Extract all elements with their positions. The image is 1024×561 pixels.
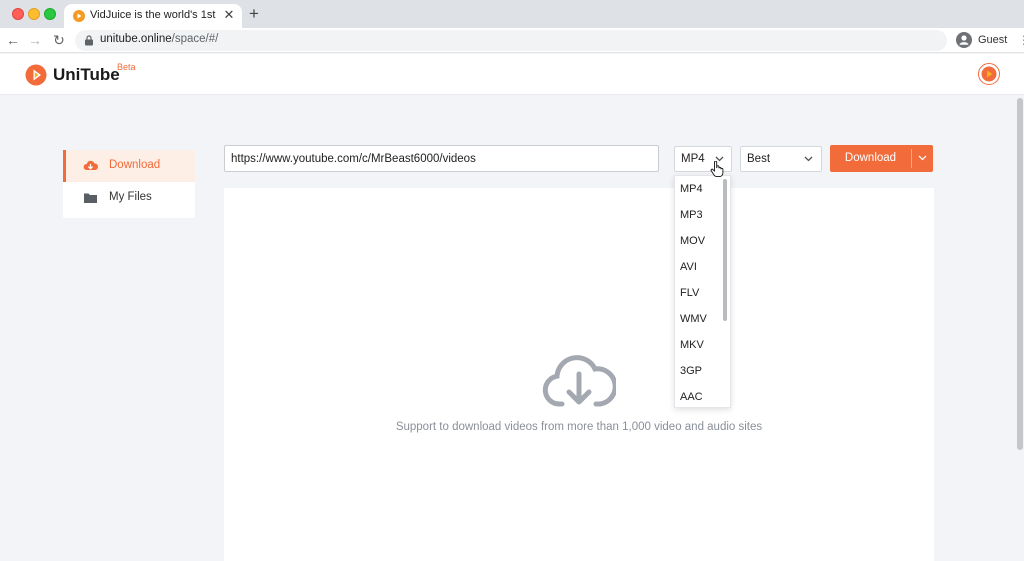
app-header: UniTube Beta — [0, 54, 1024, 95]
format-option-mov[interactable]: MOV — [680, 235, 705, 247]
new-tab-button[interactable]: + — [246, 5, 262, 23]
back-button[interactable]: ← — [5, 32, 21, 48]
cloud-download-icon — [542, 355, 616, 407]
format-select-value: MP4 — [681, 153, 705, 165]
vidjuice-favicon-icon — [73, 10, 85, 22]
maximize-window-button[interactable] — [44, 8, 56, 20]
folder-icon — [84, 193, 97, 203]
browser-tab-bar: VidJuice is the world's 1st vide ✕ + — [0, 0, 1024, 28]
format-option-3gp[interactable]: 3GP — [680, 365, 702, 377]
format-option-mp3[interactable]: MP3 — [680, 209, 703, 221]
download-button-label: Download — [844, 152, 897, 164]
sidebar-item-label: My Files — [109, 191, 152, 203]
format-option-aac[interactable]: AAC — [680, 391, 703, 403]
browser-tab[interactable]: VidJuice is the world's 1st vide ✕ — [64, 4, 242, 28]
address-url: unitube.online/space/#/ — [100, 33, 218, 45]
forward-button[interactable]: → — [27, 32, 43, 48]
quality-select[interactable]: Best — [740, 146, 822, 172]
dropdown-scrollbar-thumb[interactable] — [723, 179, 727, 321]
download-options-chevron-icon[interactable] — [918, 155, 927, 161]
format-option-wmv[interactable]: WMV — [680, 313, 707, 325]
format-dropdown-menu: MP4 MP3 MOV AVI FLV WMV MKV 3GP AAC — [674, 175, 731, 408]
tab-close-icon[interactable]: ✕ — [222, 7, 236, 23]
download-button[interactable]: Download — [830, 145, 933, 172]
guest-profile-icon[interactable] — [956, 32, 972, 48]
reload-button[interactable]: ↻ — [51, 32, 67, 48]
beta-badge: Beta — [117, 62, 136, 72]
sidebar-item-label: Download — [109, 159, 161, 171]
format-option-mp4[interactable]: MP4 — [680, 183, 703, 195]
hand-pointer-icon — [710, 161, 724, 177]
address-bar[interactable]: unitube.online/space/#/ — [75, 30, 947, 51]
sidebar: Download My Files — [63, 150, 195, 218]
sidebar-item-my-files[interactable]: My Files — [63, 182, 195, 214]
unitube-logo-icon[interactable] — [25, 64, 47, 86]
user-avatar-icon[interactable] — [978, 63, 1000, 85]
download-button-divider — [911, 149, 912, 168]
browser-menu-icon[interactable]: ⋮ — [1018, 32, 1024, 48]
cloud-download-icon — [83, 160, 98, 170]
tab-title: VidJuice is the world's 1st vide — [90, 9, 218, 21]
video-url-input[interactable] — [224, 145, 659, 172]
quality-select-value: Best — [747, 153, 771, 165]
url-path: /space/#/ — [171, 33, 219, 45]
format-option-flv[interactable]: FLV — [680, 287, 699, 299]
browser-toolbar: ← → ↻ unitube.online/space/#/ Guest ⋮ — [0, 28, 1024, 53]
minimize-window-button[interactable] — [28, 8, 40, 20]
close-window-button[interactable] — [12, 8, 24, 20]
guest-profile-label[interactable]: Guest — [978, 34, 1007, 46]
url-host: unitube.online — [100, 33, 172, 45]
chevron-down-icon — [804, 156, 813, 162]
format-option-avi[interactable]: AVI — [680, 261, 697, 273]
page-scrollbar-thumb[interactable] — [1017, 98, 1023, 450]
support-text: Support to download videos from more tha… — [395, 421, 763, 433]
lock-icon — [85, 35, 93, 46]
sidebar-item-download[interactable]: Download — [63, 150, 195, 182]
format-option-mkv[interactable]: MKV — [680, 339, 704, 351]
brand-name: UniTube — [53, 65, 120, 84]
